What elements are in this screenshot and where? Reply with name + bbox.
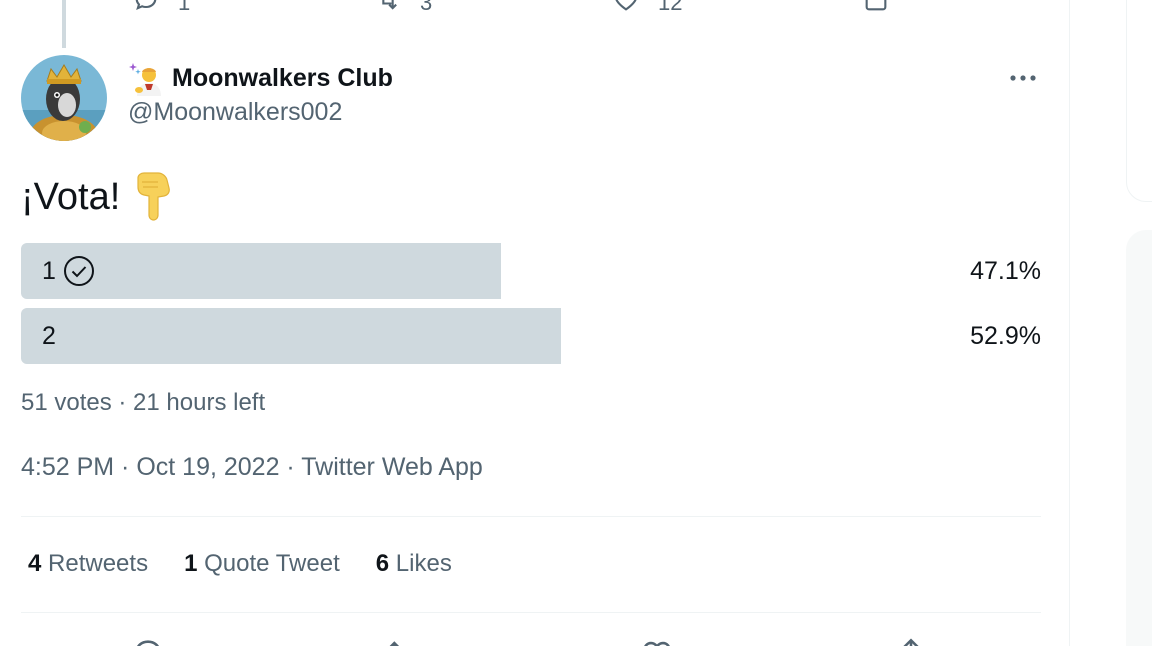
retweets-count: 4 [28, 550, 42, 577]
share-button[interactable] [894, 636, 928, 646]
heart-icon [640, 636, 674, 646]
avatar[interactable] [21, 55, 107, 141]
share-icon [894, 636, 928, 646]
divider [21, 612, 1041, 613]
thread-connector-line [62, 0, 66, 48]
previous-tweet-actions: 1 3 12 [0, 0, 1070, 15]
previous-reply-count: 1 [178, 0, 191, 15]
tweet-date[interactable]: Oct 19, 2022 [136, 453, 279, 481]
author-display-name: Moonwalkers Club [172, 63, 393, 92]
retweet-icon [374, 0, 402, 20]
separator: · [114, 453, 137, 481]
pointing-down-hand-icon [132, 170, 176, 224]
quotes-label: Quote Tweet [204, 550, 340, 577]
tweet-time[interactable]: 4:52 PM [21, 453, 114, 481]
tweet-body: ¡Vota! [21, 175, 121, 218]
author-name-row[interactable]: Moonwalkers Club [128, 60, 393, 96]
reply-button[interactable] [131, 636, 165, 646]
divider [21, 516, 1041, 517]
likes-label: Likes [395, 550, 452, 577]
previous-like-count: 12 [658, 0, 683, 15]
quotes-count: 1 [184, 550, 198, 577]
poll-option-percent: 52.9% [970, 321, 1041, 350]
poll-option-percent: 47.1% [970, 256, 1041, 285]
like-button[interactable] [640, 636, 674, 646]
reply-icon [131, 636, 165, 646]
reply-icon [132, 0, 160, 20]
previous-reply-action[interactable]: 1 [132, 0, 190, 20]
share-icon [862, 0, 890, 20]
poll-meta: 51 votes · 21 hours left [21, 389, 266, 416]
retweet-icon [383, 636, 417, 646]
separator: · [279, 453, 302, 481]
poll-option-label-row: 2 [42, 308, 56, 364]
person-gesturing-icon [128, 60, 164, 96]
poll-option-2: 2 52.9% [21, 308, 1041, 364]
previous-retweet-action[interactable]: 3 [374, 0, 432, 20]
tweet-text: ¡Vota! [21, 170, 176, 224]
column-divider [1069, 0, 1070, 646]
quote-tweets-stat[interactable]: 1 Quote Tweet [184, 550, 340, 578]
sidebar-trends-card [1126, 230, 1152, 646]
retweets-label: Retweets [48, 550, 149, 577]
previous-share-action[interactable] [862, 0, 890, 20]
poll-bar [21, 308, 561, 364]
tweet-source[interactable]: Twitter Web App [301, 453, 483, 481]
previous-retweet-count: 3 [420, 0, 433, 15]
previous-like-action[interactable]: 12 [612, 0, 682, 20]
tweet-actions-bar [0, 636, 1070, 646]
sidebar-card [1126, 0, 1152, 202]
likes-stat[interactable]: 6 Likes [376, 550, 452, 578]
poll-option-label-row: 1 [42, 243, 96, 299]
tweet-detail-page: 1 3 12 Moonwalkers Club @Moonwalkers002 … [0, 0, 1152, 646]
poll-option-label: 1 [42, 256, 56, 285]
poll-option-1: 1 47.1% [21, 243, 1041, 299]
likes-count: 6 [375, 550, 390, 577]
check-circle-icon [62, 254, 96, 288]
tweet-stats-row: 4 Retweets 1 Quote Tweet 6 Likes [28, 550, 452, 578]
poll-option-label: 2 [42, 321, 56, 350]
more-icon [1008, 70, 1038, 88]
heart-icon [612, 0, 640, 20]
retweet-button[interactable] [383, 636, 417, 646]
retweets-stat[interactable]: 4 Retweets [28, 550, 148, 578]
more-options-button[interactable] [1000, 62, 1046, 96]
author-handle[interactable]: @Moonwalkers002 [128, 98, 342, 127]
tweet-timestamp-row: 4:52 PM · Oct 19, 2022 · Twitter Web App [21, 453, 483, 482]
